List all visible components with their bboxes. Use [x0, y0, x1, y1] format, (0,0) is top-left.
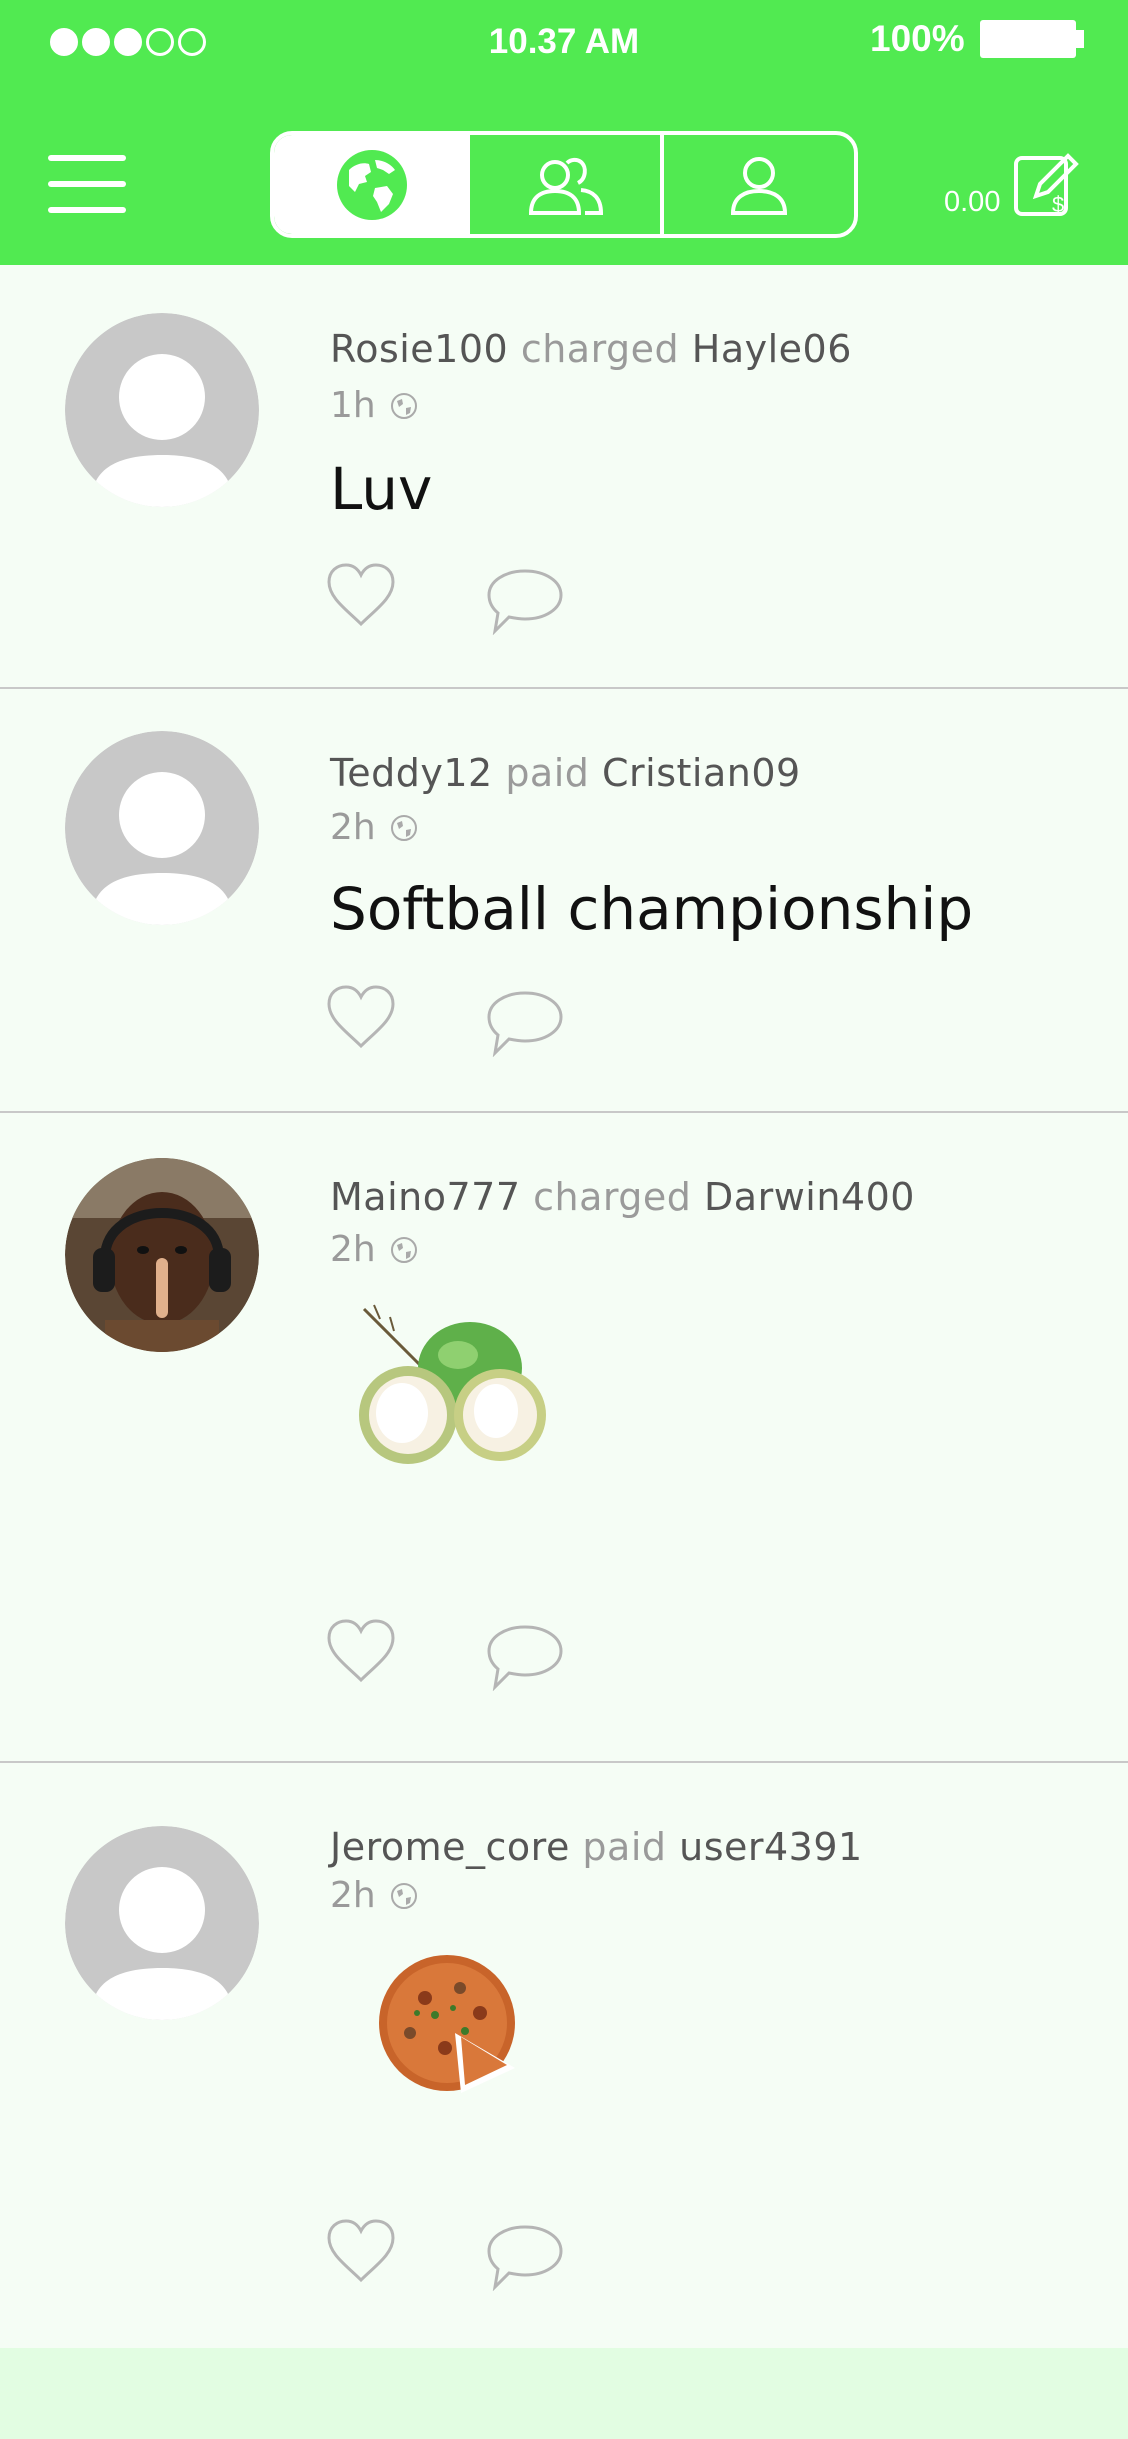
comment-bubble-icon[interactable]: [485, 989, 565, 1057]
post-timestamp: 2h: [330, 807, 418, 848]
post-timestamp: 1h: [330, 385, 418, 426]
globe-icon: [337, 149, 407, 220]
post-message: Luv: [330, 455, 433, 523]
like-heart-icon[interactable]: [325, 1618, 397, 1684]
transaction-verb: paid: [505, 751, 590, 795]
public-globe-icon: [390, 814, 417, 841]
tab-friends[interactable]: [470, 135, 664, 234]
coconut-image: [359, 1304, 546, 1464]
payer-username[interactable]: Teddy12: [330, 751, 493, 795]
battery-percentage: 100%: [870, 18, 965, 59]
post-timestamp: 2h: [330, 1875, 418, 1916]
post-title: Teddy12 paid Cristian09: [330, 751, 801, 795]
public-globe-icon: [390, 1882, 417, 1909]
post-title: Maino777 charged Darwin400: [330, 1175, 915, 1219]
tab-personal[interactable]: [664, 135, 854, 234]
pizza-image: [379, 1955, 515, 2093]
friends-icon: [528, 157, 604, 215]
post-title: Jerome_core paid user4391: [330, 1825, 863, 1869]
feed-filter-tabs: [270, 131, 858, 238]
feed-post[interactable]: Maino777 charged Darwin400 2h: [0, 1113, 1128, 1763]
battery-icon: [980, 20, 1076, 58]
payer-username[interactable]: Maino777: [330, 1175, 521, 1219]
activity-feed: Rosie100 charged Hayle06 1h Luv Teddy12 …: [0, 265, 1128, 2346]
post-timestamp: 2h: [330, 1229, 418, 1270]
app-header: 10.37 AM 100% 0.00 $: [0, 0, 1128, 265]
user-photo-avatar: [65, 1158, 259, 1352]
like-heart-icon[interactable]: [325, 562, 397, 628]
like-heart-icon[interactable]: [325, 2218, 397, 2284]
person-icon: [730, 156, 788, 215]
avatar[interactable]: [65, 731, 259, 925]
hamburger-menu-icon[interactable]: [48, 155, 126, 213]
comment-bubble-icon[interactable]: [485, 1623, 565, 1691]
payer-username[interactable]: Jerome_core: [330, 1825, 570, 1869]
public-globe-icon: [390, 1236, 417, 1263]
feed-post[interactable]: Jerome_core paid user4391 2h: [0, 1763, 1128, 2346]
payer-username[interactable]: Rosie100: [330, 327, 508, 371]
avatar[interactable]: [65, 1158, 259, 1352]
feed-post[interactable]: Teddy12 paid Cristian09 2h Softball cham…: [0, 689, 1128, 1113]
transaction-verb: paid: [582, 1825, 667, 1869]
payee-username[interactable]: Darwin400: [704, 1175, 915, 1219]
balance-amount[interactable]: 0.00: [944, 186, 1000, 219]
feed-post[interactable]: Rosie100 charged Hayle06 1h Luv: [0, 265, 1128, 689]
transaction-verb: charged: [533, 1175, 692, 1219]
avatar[interactable]: [65, 1826, 259, 2020]
comment-bubble-icon[interactable]: [485, 2223, 565, 2291]
avatar[interactable]: [65, 313, 259, 507]
post-message: Softball championship: [330, 875, 974, 943]
payee-username[interactable]: Cristian09: [602, 751, 801, 795]
like-heart-icon[interactable]: [325, 984, 397, 1050]
svg-text:$: $: [1052, 192, 1064, 217]
comment-bubble-icon[interactable]: [485, 567, 565, 635]
tab-global[interactable]: [274, 135, 470, 234]
post-title: Rosie100 charged Hayle06: [330, 327, 852, 371]
transaction-verb: charged: [520, 327, 680, 371]
payee-username[interactable]: Hayle06: [692, 327, 852, 371]
public-globe-icon: [390, 392, 417, 419]
pay-request-icon[interactable]: $: [1012, 150, 1080, 218]
payee-username[interactable]: user4391: [679, 1825, 863, 1869]
bottom-bar: [0, 2348, 1128, 2439]
